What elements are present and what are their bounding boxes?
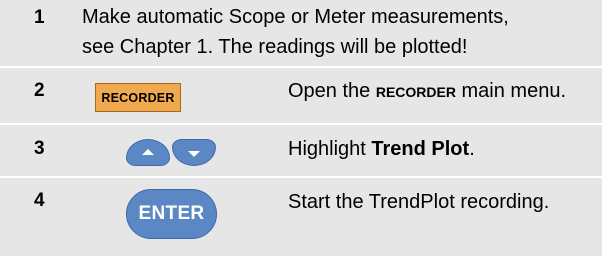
- down-arrow-key[interactable]: [172, 139, 216, 166]
- step-text-before: Highlight: [288, 138, 372, 160]
- step-text: Highlight Trend Plot.: [288, 134, 475, 164]
- step-text-line-2: see Chapter 1. The readings will be plot…: [82, 36, 468, 58]
- step-text-after: main menu.: [455, 80, 567, 102]
- step-row-2: 2 RECORDER Open the RECORDER main menu.: [0, 68, 602, 123]
- step-text: Make automatic Scope or Meter measuremen…: [82, 2, 509, 62]
- up-arrow-key[interactable]: [126, 139, 170, 166]
- step-text: Start the TrendPlot recording.: [288, 191, 550, 213]
- step-row-4: 4 ENTER Start the TrendPlot recording.: [0, 178, 602, 256]
- step-number: 4: [34, 190, 45, 211]
- step-row-3: 3 Highlight Trend Plot.: [0, 125, 602, 176]
- step-text-after: .: [469, 138, 475, 160]
- recorder-key[interactable]: RECORDER: [95, 83, 181, 112]
- step-text-line-1: Make automatic Scope or Meter measuremen…: [82, 6, 509, 28]
- step-text: Open the RECORDER main menu.: [288, 76, 566, 107]
- step-number: 3: [34, 138, 45, 159]
- step-row-1: 1 Make automatic Scope or Meter measurem…: [0, 0, 602, 66]
- trend-plot-label: Trend Plot: [371, 138, 470, 160]
- enter-key[interactable]: ENTER: [126, 189, 217, 239]
- recorder-menu-name: RECORDER: [375, 84, 456, 100]
- step-number: 1: [34, 7, 45, 28]
- step-number: 2: [34, 80, 45, 101]
- up-arrow-icon: [142, 149, 154, 155]
- step-text-before: Open the: [288, 80, 376, 102]
- down-arrow-icon: [188, 151, 200, 157]
